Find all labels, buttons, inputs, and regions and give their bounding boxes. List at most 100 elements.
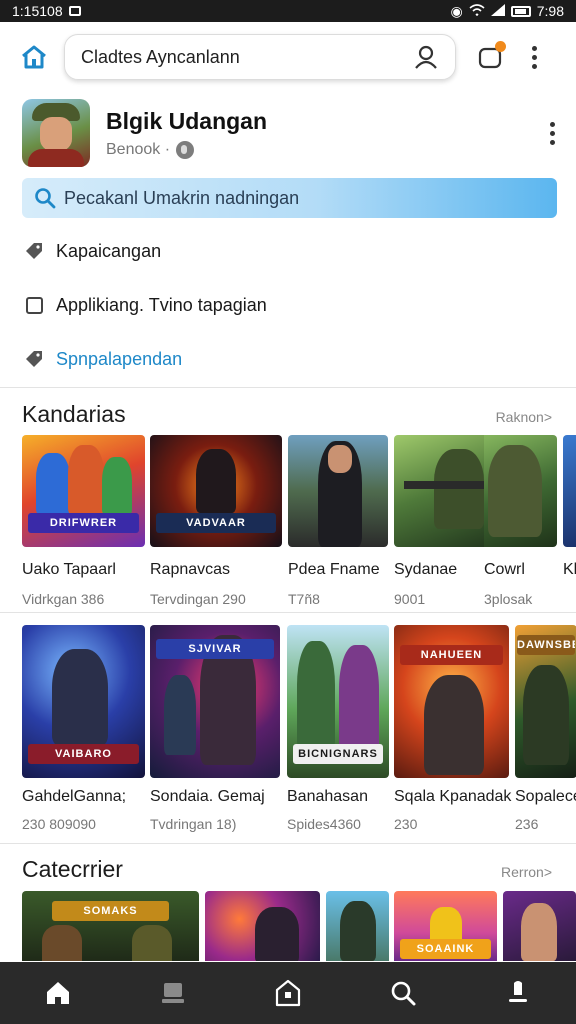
game-logo: SJVIVAR — [156, 639, 274, 659]
section-more-link[interactable]: Raknon> — [496, 409, 552, 425]
game-subtitle: 3plosak — [484, 591, 533, 607]
game-thumbnail: NAHUEEN — [394, 625, 509, 778]
game-logo: VADVAAR — [156, 513, 276, 533]
game-thumbnail — [484, 435, 557, 547]
category-thumbnail — [205, 891, 320, 961]
top-app-bar: Cladtes Ayncanlann — [0, 22, 576, 92]
game-logo: DRIFWRER — [28, 513, 139, 533]
status-time: 1:15108 — [12, 3, 63, 19]
game-card[interactable]: Pdea Fname T7ñ8 — [288, 435, 388, 607]
home-button[interactable] — [14, 37, 54, 77]
game-title: Sondaia. Gemaj — [150, 788, 265, 805]
game-title: Sydanae — [394, 561, 458, 578]
game-card[interactable]: VAIBARO GahdelGanna; 230 809090 — [22, 625, 145, 832]
game-card[interactable]: SJVIVAR Sondaia. Gemaj Tvdringan 18) — [150, 625, 280, 832]
game-card[interactable]: BICNIGNARS Banahasan Spides4360 — [287, 625, 389, 832]
game-title: GahdelGanna; — [22, 788, 127, 805]
game-card-row-1: DRIFWRER Uako Tapaarl Vidrkgan 386 VADVA… — [22, 435, 576, 611]
category-card[interactable] — [326, 891, 389, 961]
game-subtitle: 9001 — [394, 591, 426, 607]
game-card[interactable]: VADVAAR Rapnavcas Tervdingan 290 — [150, 435, 282, 607]
divider — [0, 387, 576, 388]
game-card[interactable]: DRIFWRER Uako Tapaarl Vidrkgan 386 — [22, 435, 145, 607]
divider — [0, 612, 576, 613]
game-card[interactable]: Cowrl 3plosak — [484, 435, 557, 607]
highlighted-search-field[interactable]: Pecakanl Umakrin nadningan — [22, 178, 557, 218]
search-icon — [35, 188, 56, 209]
game-thumbnail — [394, 435, 484, 547]
category-thumbnail — [503, 891, 576, 961]
section-more-link[interactable]: Rerron> — [501, 864, 552, 880]
game-logo: VAIBARO — [28, 744, 139, 764]
profile-subtitle: Benook · — [106, 140, 171, 158]
game-card-row-2: VAIBARO GahdelGanna; 230 809090 SJVIVAR … — [22, 625, 576, 840]
profile-header: Blgik Udangan Benook · — [22, 98, 562, 168]
alarm-icon: ◉ — [450, 2, 463, 19]
category-card[interactable] — [205, 891, 320, 961]
bottom-navigation — [0, 962, 576, 1024]
section-title: Kandarias — [22, 401, 126, 427]
menu-item-2[interactable]: Applikiang. Tvino tapagian — [22, 285, 557, 325]
nav-library-button[interactable] — [151, 971, 195, 1015]
game-title: Sopalece — [515, 788, 576, 805]
game-card[interactable]: Sydanae 9001 — [394, 435, 484, 607]
section-header-kandarias: Kandarias Raknon> — [22, 401, 552, 428]
menu-item-1[interactable]: Kapaicangan — [22, 231, 557, 271]
game-subtitle: Tvdringan 18) — [150, 816, 237, 832]
avatar[interactable] — [22, 99, 90, 167]
search-bar[interactable]: Cladtes Ayncanlann — [64, 34, 456, 80]
tag-icon — [22, 347, 46, 371]
status-bar: 1:15108 ◉ 7:98 — [0, 0, 576, 22]
game-thumbnail: VADVAAR — [150, 435, 282, 547]
signal-icon — [490, 3, 505, 19]
user-icon[interactable] — [413, 44, 439, 70]
game-card[interactable]: DAWNSBER Sopalece 236 — [515, 625, 576, 832]
game-subtitle: Spides4360 — [287, 816, 361, 832]
category-card[interactable]: SOMAKS — [22, 891, 199, 961]
nav-home-button[interactable] — [36, 971, 80, 1015]
game-title: Pdea Fname — [288, 561, 380, 578]
status-clock: 7:98 — [536, 3, 564, 19]
section-header-categories: Catecrrier Rerron> — [22, 856, 552, 883]
nav-store-button[interactable] — [266, 971, 310, 1015]
game-subtitle: Tervdingan 290 — [150, 591, 246, 607]
globe-icon — [176, 140, 195, 159]
search-icon — [391, 981, 416, 1006]
category-logo: SOAAINK — [400, 939, 491, 959]
menu-item-3-label: Spnpalapendan — [56, 348, 183, 369]
more-options-button[interactable] — [524, 39, 544, 75]
divider — [0, 843, 576, 844]
game-thumbnail: DRIFWRER — [22, 435, 145, 547]
game-subtitle: 236 — [515, 816, 539, 832]
game-thumbnail: SJVIVAR — [150, 625, 280, 778]
game-thumbnail: DAWNSBER — [515, 625, 576, 778]
wifi-icon — [469, 3, 485, 19]
category-card[interactable]: SOAAINK — [394, 891, 497, 961]
nav-search-button[interactable] — [381, 971, 425, 1015]
game-title: Kl — [563, 561, 576, 578]
menu-item-3[interactable]: Spnpalapendan — [22, 339, 557, 379]
game-title: Rapnavcas — [150, 561, 231, 578]
game-card[interactable]: Kl — [563, 435, 576, 579]
tag-icon — [22, 239, 46, 263]
notification-button[interactable] — [472, 39, 508, 75]
game-card[interactable]: NAHUEEN Sqala Kpanadak 230 — [394, 625, 511, 832]
checkbox-icon[interactable] — [25, 296, 43, 314]
game-thumbnail — [563, 435, 576, 547]
game-title: Uako Tapaarl — [22, 561, 116, 578]
category-thumbnail — [326, 891, 389, 961]
game-title: Banahasan — [287, 788, 368, 805]
game-thumbnail: BICNIGNARS — [287, 625, 389, 778]
category-thumbnail: SOAAINK — [394, 891, 497, 961]
profile-more-button[interactable] — [542, 115, 562, 151]
nav-profile-button[interactable] — [496, 971, 540, 1015]
game-subtitle: Vidrkgan 386 — [22, 591, 105, 607]
search-bar-text: Cladtes Ayncanlann — [81, 46, 240, 67]
notification-status-icon — [68, 6, 81, 16]
game-thumbnail: VAIBARO — [22, 625, 145, 778]
category-card[interactable] — [503, 891, 576, 961]
notification-badge — [495, 41, 506, 52]
game-subtitle: 230 809090 — [22, 816, 96, 832]
menu-item-2-label: Applikiang. Tvino tapagian — [56, 294, 267, 315]
profile-name: Blgik Udangan — [106, 107, 268, 134]
